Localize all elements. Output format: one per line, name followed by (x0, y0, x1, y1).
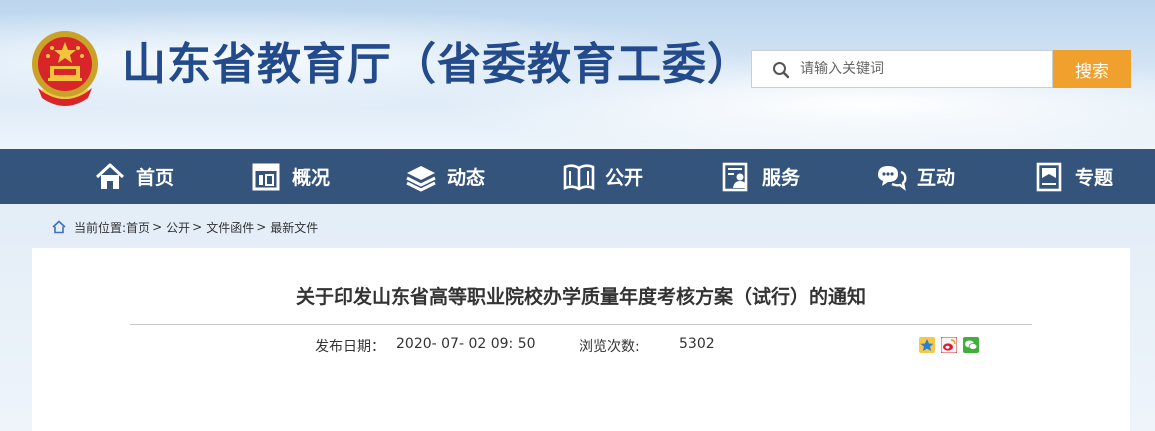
nav-label: 互动 (917, 167, 956, 189)
breadcrumb-separator: > (152, 220, 163, 234)
nav-item-topics[interactable]: 专题 (1033, 149, 1113, 204)
views-count: 5302 (679, 336, 715, 352)
search-box (751, 50, 1053, 88)
nav-label: 专题 (1075, 167, 1114, 189)
title-divider (130, 324, 1032, 325)
breadcrumb: 当前位置: 首页 > 公开 > 文件函件 > 最新文件 (52, 217, 318, 237)
open-book-icon (563, 163, 595, 190)
wechat-icon[interactable] (963, 337, 979, 353)
breadcrumb-link-public[interactable]: 公开 (166, 219, 190, 236)
nav-item-public[interactable]: 公开 (563, 149, 643, 204)
nav-item-overview[interactable]: 概况 (250, 149, 330, 204)
bookmark-icon (1036, 162, 1062, 191)
weibo-icon[interactable] (941, 337, 957, 353)
search-icon (773, 62, 790, 79)
nav-label: 服务 (762, 167, 801, 189)
home-icon (95, 163, 125, 189)
publish-date: 2020- 07- 02 09: 50 (396, 336, 536, 352)
site-title: 山东省教育厅（省委教育工委） (122, 39, 752, 90)
breadcrumb-link-documents[interactable]: 文件函件 (206, 219, 254, 236)
article-panel: 关于印发山东省高等职业院校办学质量年度考核方案（试行）的通知 发布日期： 202… (32, 248, 1130, 431)
site-header: 山东省教育厅（省委教育工委） 搜索 (0, 0, 1155, 149)
breadcrumb-prefix: 当前位置: (74, 220, 127, 235)
nav-item-service[interactable]: 服务 (720, 149, 800, 204)
nav-label: 概况 (292, 167, 331, 189)
nav-label: 首页 (136, 167, 175, 189)
nav-item-home[interactable]: 首页 (94, 149, 174, 204)
home-icon (52, 220, 66, 234)
qzone-icon[interactable] (919, 337, 935, 353)
news-stack-icon (406, 165, 436, 192)
breadcrumb-link-home[interactable]: 首页 (126, 219, 150, 236)
nav-item-interact[interactable]: 互动 (875, 149, 955, 204)
chat-bubbles-icon (878, 165, 907, 191)
publish-date-label: 发布日期： (315, 339, 385, 355)
main-nav: 首页 概况 动态 公开 服务 互动 专题 (0, 149, 1155, 204)
breadcrumb-separator: > (256, 220, 267, 234)
overview-icon (252, 163, 280, 190)
search-button[interactable]: 搜索 (1053, 50, 1131, 88)
search-input[interactable] (800, 51, 1040, 87)
nav-label: 动态 (447, 167, 486, 189)
views-label: 浏览次数: (579, 339, 640, 355)
breadcrumb-separator: > (192, 220, 203, 234)
service-person-icon (722, 162, 748, 191)
breadcrumb-link-latest[interactable]: 最新文件 (270, 219, 318, 236)
nav-label: 公开 (605, 167, 644, 189)
nav-item-news[interactable]: 动态 (405, 149, 485, 204)
article-title: 关于印发山东省高等职业院校办学质量年度考核方案（试行）的通知 (295, 286, 866, 308)
national-emblem-icon (32, 31, 98, 106)
